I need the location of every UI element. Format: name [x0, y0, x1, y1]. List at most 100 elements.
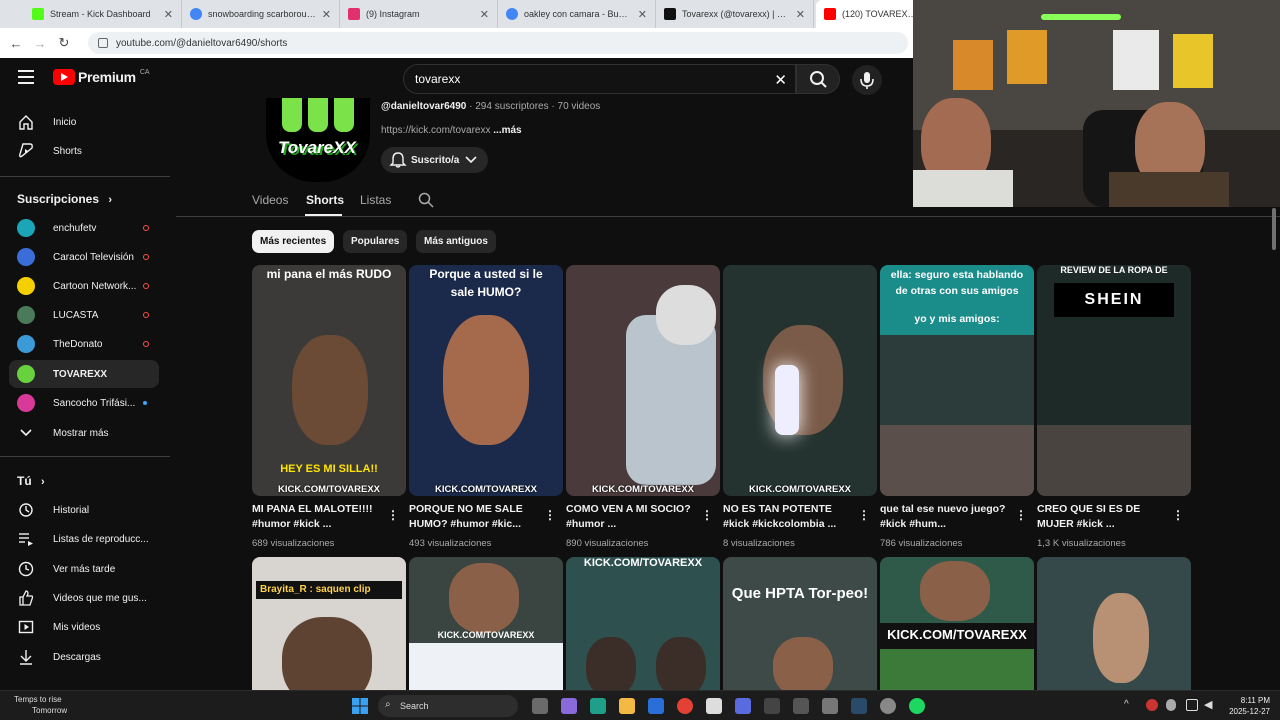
chip-recent[interactable]: Más recientes — [252, 230, 335, 253]
network-icon[interactable] — [1186, 699, 1198, 711]
url-field[interactable]: youtube.com/@danieltovar6490/shorts — [88, 32, 908, 54]
short-title[interactable]: COMO VEN A MI SOCIO? #humor ... — [566, 502, 694, 532]
close-tab-icon[interactable]: ✕ — [322, 8, 331, 21]
channel-avatar — [17, 306, 35, 324]
short-thumbnail[interactable]: Porque a usted si le sale HUMO? KICK.COM… — [409, 265, 563, 496]
short-thumbnail[interactable]: KICK.COM/TOVAREXX — [409, 557, 563, 697]
browser-tab[interactable]: oakley con camara - Buscar con✕ — [498, 0, 656, 28]
tab-playlists[interactable]: Listas — [360, 193, 391, 207]
browser-tab[interactable]: Stream - Kick Dashboard ✕ — [24, 0, 182, 28]
sidebar-item-playlists[interactable]: Listas de reproducc... — [9, 525, 159, 553]
tab-shorts[interactable]: Shorts — [306, 193, 344, 207]
youtube-premium-logo[interactable]: Premium CA — [53, 69, 150, 85]
short-title[interactable]: que tal ese nuevo juego? #kick #hum... — [880, 502, 1008, 532]
short-thumbnail[interactable]: ella: seguro esta hablando de otras con … — [880, 265, 1034, 496]
task-view-icon[interactable] — [532, 698, 548, 714]
taskbar-search[interactable]: ⌕ Search — [378, 695, 518, 717]
obs-icon[interactable] — [880, 698, 896, 714]
short-title[interactable]: MI PANA EL MALOTE!!!! #humor #kick ... — [252, 502, 380, 532]
sidebar-item-my-videos[interactable]: Mis videos — [9, 613, 159, 641]
close-tab-icon[interactable]: ✕ — [164, 8, 173, 21]
volume-icon[interactable]: ◀ — [1204, 698, 1212, 711]
browser-tab[interactable]: Tovarexx (@tovarexx) | TikTok✕ — [656, 0, 814, 28]
tab-videos[interactable]: Videos — [252, 193, 288, 207]
subscription-item-active[interactable]: TOVAREXX — [9, 360, 159, 388]
channel-avatar-large[interactable]: TovareXX — [266, 98, 370, 182]
channel-link[interactable]: https://kick.com/tovarexx ...más — [381, 125, 522, 136]
copilot-icon[interactable] — [561, 698, 577, 714]
short-thumbnail[interactable]: KICK.COM/TOVAREXX — [880, 557, 1034, 697]
short-thumbnail[interactable]: Que HPTA Tor-peo! — [723, 557, 877, 697]
short-thumbnail[interactable]: KICK.COM/TOVAREXX — [566, 557, 720, 697]
sidebar-item-history[interactable]: Historial — [9, 496, 159, 524]
close-tab-icon[interactable]: ✕ — [796, 8, 805, 21]
subscription-item[interactable]: Caracol Televisión — [9, 243, 159, 271]
sidebar-item-liked-videos[interactable]: Videos que me gus... — [9, 584, 159, 612]
short-title[interactable]: NO ES TAN POTENTE #kick #kickcolombia ..… — [723, 502, 851, 532]
subscription-item[interactable]: Cartoon Network... — [9, 272, 159, 300]
more-options-icon[interactable]: ⋮ — [701, 508, 713, 522]
subscription-item[interactable]: TheDonato — [9, 330, 159, 358]
app-icon[interactable] — [764, 698, 780, 714]
short-thumbnail[interactable]: KICK.COM/TOVAREXX — [566, 265, 720, 496]
short-thumbnail[interactable] — [1037, 557, 1191, 697]
page-scrollbar[interactable] — [1270, 208, 1278, 688]
tray-chevron-up-icon[interactable]: ^ — [1124, 699, 1129, 710]
sidebar-item-shorts[interactable]: Shorts — [9, 137, 159, 165]
search-input[interactable]: tovarexx ✕ — [403, 64, 796, 94]
subscription-item[interactable]: Sancocho Trifási... — [9, 389, 159, 417]
reload-icon[interactable]: ↻ — [52, 35, 76, 51]
tray-app-icon[interactable] — [1146, 699, 1158, 711]
browser-tab[interactable]: (9) Instagram ✕ — [340, 0, 498, 28]
you-heading[interactable]: Tú › — [17, 474, 45, 488]
voice-search-button[interactable] — [852, 65, 882, 95]
close-tab-icon[interactable]: ✕ — [480, 8, 489, 21]
store-icon[interactable] — [706, 698, 722, 714]
channel-search-icon[interactable] — [418, 192, 434, 208]
sidebar-item-watch-later[interactable]: Ver más tarde — [9, 555, 159, 583]
subscriptions-heading[interactable]: Suscripciones › — [17, 192, 112, 206]
subscription-item[interactable]: LUCASTA — [9, 301, 159, 329]
show-more-button[interactable]: Mostrar más — [9, 419, 159, 447]
short-views: 8 visualizaciones — [723, 538, 795, 549]
more-options-icon[interactable]: ⋮ — [544, 508, 556, 522]
short-title[interactable]: CREO QUE SI ES DE MUJER #kick ... — [1037, 502, 1165, 532]
file-explorer-icon[interactable] — [619, 698, 635, 714]
browser-tab-active[interactable]: (120) TOVAREXX - Yo — [816, 0, 926, 28]
weather-widget[interactable]: Temps to rise Tomorrow — [14, 694, 67, 716]
more-options-icon[interactable]: ⋮ — [387, 508, 399, 522]
forward-icon[interactable]: → — [28, 36, 52, 51]
capcut-icon[interactable] — [793, 698, 809, 714]
chip-oldest[interactable]: Más antiguos — [416, 230, 496, 253]
more-options-icon[interactable]: ⋮ — [1015, 508, 1027, 522]
notepad-icon[interactable] — [822, 698, 838, 714]
short-thumbnail[interactable]: REVIEW DE LA ROPA DE SHEIN — [1037, 265, 1191, 496]
clear-search-icon[interactable]: ✕ — [774, 71, 787, 89]
mail-icon[interactable] — [648, 698, 664, 714]
browser-tab[interactable]: snowboarding scarborough - B✕ — [182, 0, 340, 28]
sidebar-item-inicio[interactable]: Inicio — [9, 108, 159, 136]
short-thumbnail[interactable]: Brayita_R : saquen clip — [252, 557, 406, 697]
microphone-tray-icon[interactable] — [1166, 699, 1176, 711]
taskbar-clock[interactable]: 8:11 PM 2025-12-27 — [1220, 695, 1270, 717]
edge-icon[interactable] — [590, 698, 606, 714]
steam-icon[interactable] — [851, 698, 867, 714]
chip-popular[interactable]: Populares — [343, 230, 408, 253]
menu-icon[interactable] — [18, 70, 34, 84]
close-tab-icon[interactable]: ✕ — [638, 8, 647, 21]
chrome-icon[interactable] — [677, 698, 693, 714]
more-options-icon[interactable]: ⋮ — [1172, 508, 1184, 522]
sidebar-item-downloads[interactable]: Descargas — [9, 643, 159, 671]
search-button[interactable] — [796, 64, 840, 94]
subscription-item[interactable]: enchufetv — [9, 214, 159, 242]
short-title[interactable]: PORQUE NO ME SALE HUMO? #humor #kic... — [409, 502, 537, 532]
spotify-icon[interactable] — [909, 698, 925, 714]
back-icon[interactable]: ← — [4, 36, 28, 51]
short-thumbnail[interactable]: mi pana el más RUDO HEY ES MI SILLA!! KI… — [252, 265, 406, 496]
subscribed-button[interactable]: Suscrito/a — [381, 147, 488, 173]
app-icon[interactable] — [735, 698, 751, 714]
windows-start-icon[interactable] — [352, 698, 368, 714]
site-info-icon[interactable] — [98, 38, 108, 48]
short-thumbnail[interactable]: KICK.COM/TOVAREXX — [723, 265, 877, 496]
more-options-icon[interactable]: ⋮ — [858, 508, 870, 522]
